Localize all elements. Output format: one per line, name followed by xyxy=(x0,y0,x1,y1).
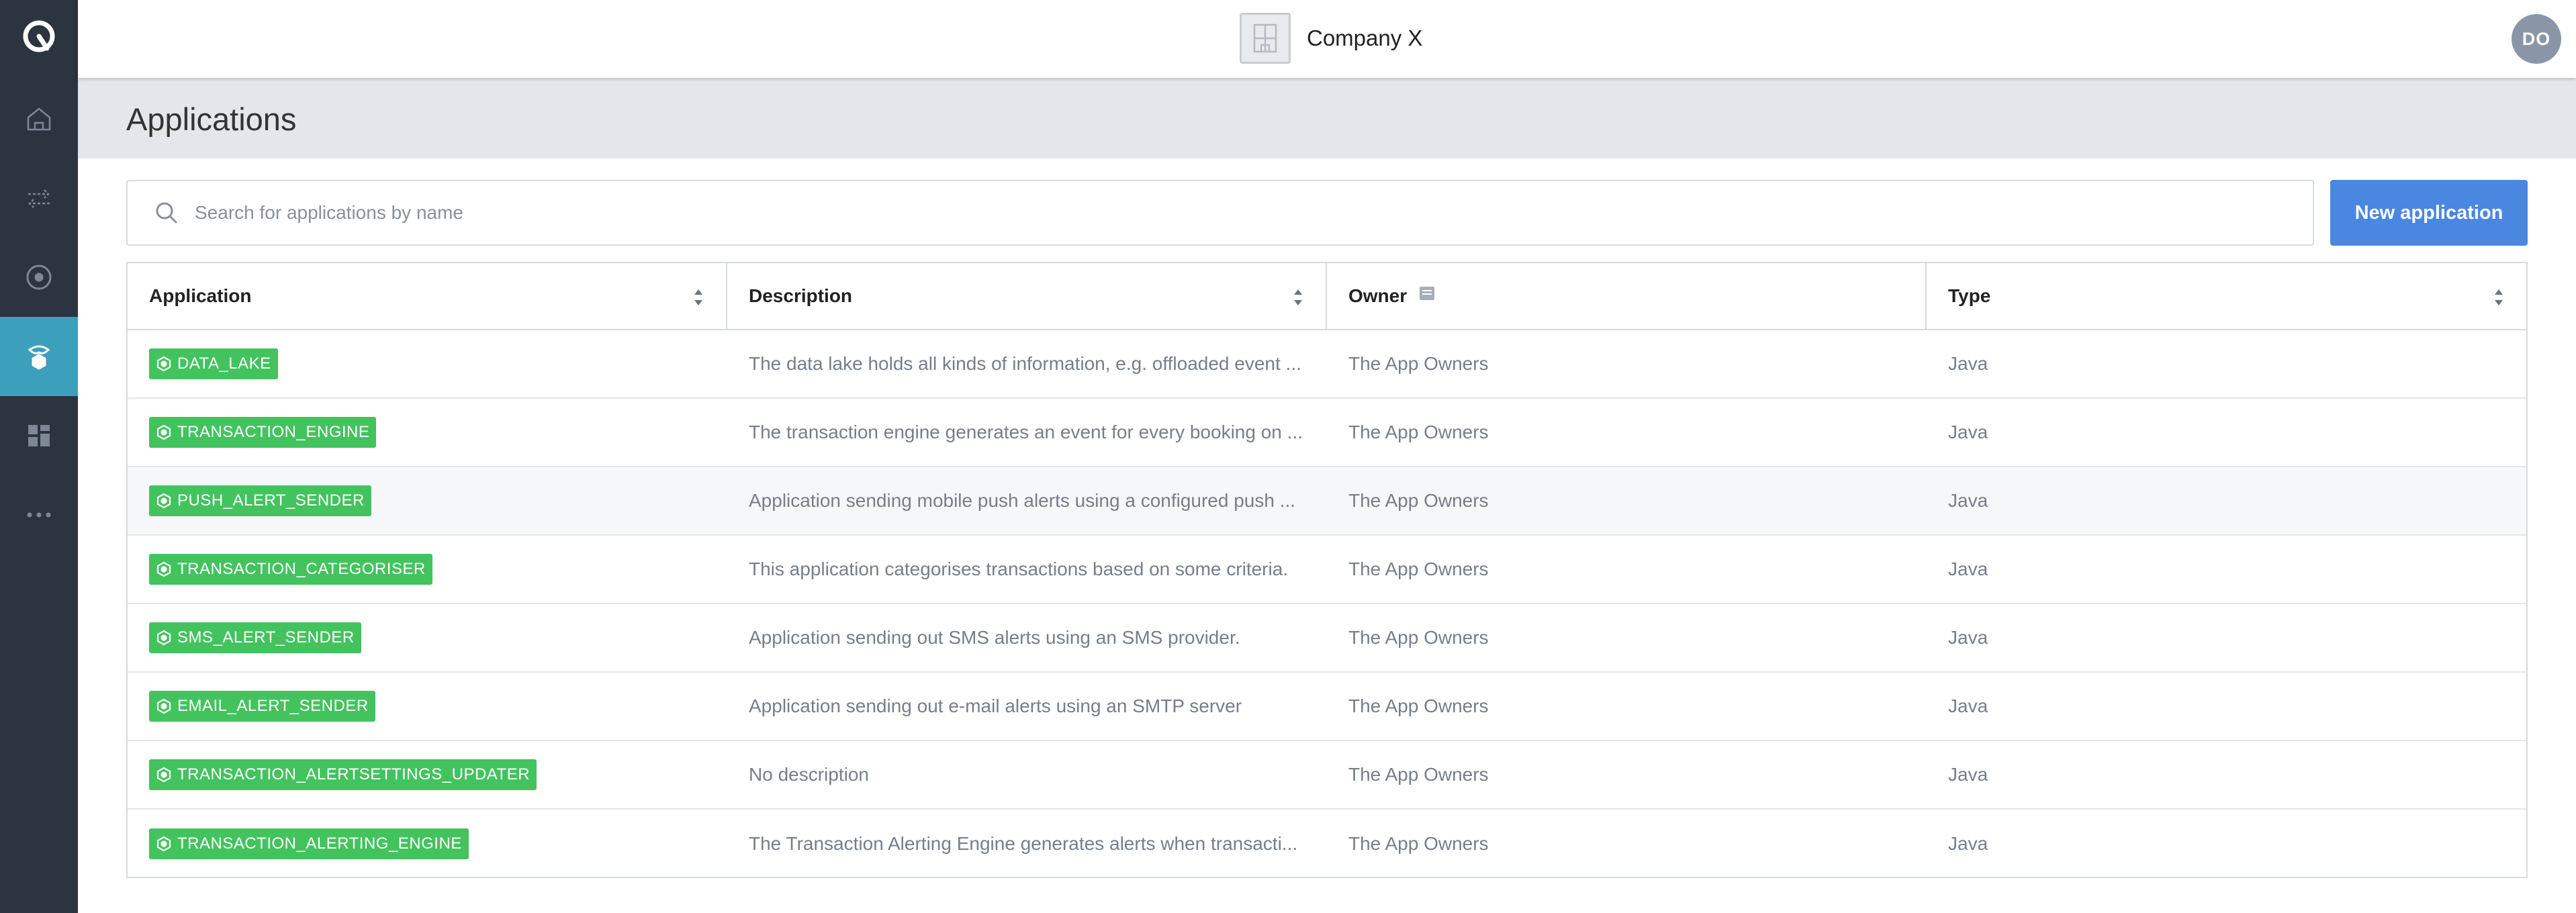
dashboard-grid-icon xyxy=(28,425,50,446)
column-header-description[interactable]: Description xyxy=(727,263,1327,329)
search-box[interactable] xyxy=(126,180,2314,246)
table-row[interactable]: EMAIL_ALERT_SENDER Application sending o… xyxy=(128,673,2526,741)
transfer-arrows-icon xyxy=(28,189,50,208)
table-row[interactable]: PUSH_ALERT_SENDER Application sending mo… xyxy=(128,467,2526,536)
column-label: Application xyxy=(149,285,252,306)
application-badge[interactable]: SMS_ALERT_SENDER xyxy=(149,622,361,653)
application-badge[interactable]: TRANSACTION_CATEGORISER xyxy=(149,554,432,585)
column-header-type[interactable]: Type xyxy=(1927,263,2526,329)
table-body: DATA_LAKE The data lake holds all kinds … xyxy=(128,330,2526,878)
column-header-owner[interactable]: Owner xyxy=(1327,263,1927,329)
sort-icon[interactable] xyxy=(1292,287,1304,307)
application-description: The Transaction Alerting Engine generate… xyxy=(749,833,1298,854)
application-name: SMS_ALERT_SENDER xyxy=(177,628,355,646)
application-icon xyxy=(156,698,171,714)
application-owner: The App Owners xyxy=(1348,764,1489,785)
home-icon xyxy=(27,107,51,131)
application-badge[interactable]: EMAIL_ALERT_SENDER xyxy=(149,691,375,722)
application-owner: The App Owners xyxy=(1348,559,1489,579)
application-description: The transaction engine generates an even… xyxy=(749,422,1303,442)
application-icon xyxy=(156,424,171,440)
sidebar-item-dashboard[interactable] xyxy=(0,396,78,475)
application-description: The data lake holds all kinds of informa… xyxy=(749,353,1301,374)
target-circle-icon xyxy=(26,265,52,290)
application-name: PUSH_ALERT_SENDER xyxy=(177,491,365,510)
more-dots-icon xyxy=(27,512,51,518)
application-name: EMAIL_ALERT_SENDER xyxy=(177,697,369,715)
application-owner: The App Owners xyxy=(1348,627,1489,648)
sidebar-item-target[interactable] xyxy=(0,238,78,317)
new-application-button[interactable]: New application xyxy=(2330,180,2528,246)
page-title: Applications xyxy=(126,101,297,137)
application-type: Java xyxy=(1948,764,1988,785)
application-type: Java xyxy=(1948,353,1988,374)
application-icon xyxy=(156,561,171,577)
application-name: TRANSACTION_ENGINE xyxy=(177,423,370,441)
sidebar xyxy=(0,0,78,913)
application-description: This application categorises transaction… xyxy=(749,559,1289,579)
sidebar-item-more[interactable] xyxy=(0,475,78,555)
application-type: Java xyxy=(1948,627,1988,648)
application-icon xyxy=(156,767,171,783)
application-owner: The App Owners xyxy=(1348,353,1489,374)
application-icon xyxy=(156,630,171,646)
application-icon xyxy=(156,356,171,372)
sidebar-item-transfers[interactable] xyxy=(0,158,78,238)
application-type: Java xyxy=(1948,490,1988,511)
application-type: Java xyxy=(1948,559,1988,579)
application-icon xyxy=(156,493,171,509)
application-badge[interactable]: TRANSACTION_ALERTING_ENGINE xyxy=(149,828,469,859)
note-icon xyxy=(1420,287,1435,300)
company-name: Company X xyxy=(1307,26,1423,50)
application-owner: The App Owners xyxy=(1348,695,1489,716)
avatar[interactable]: DO xyxy=(2512,14,2561,64)
application-owner: The App Owners xyxy=(1348,422,1489,442)
application-name: TRANSACTION_CATEGORISER xyxy=(177,560,426,578)
table-row[interactable]: TRANSACTION_ALERTING_ENGINE The Transact… xyxy=(128,810,2526,878)
column-label: Description xyxy=(749,285,853,306)
table-header: Application Description Owner Type xyxy=(128,263,2526,330)
top-bar: Company X DO xyxy=(78,0,2576,78)
application-badge[interactable]: TRANSACTION_ALERTSETTINGS_UPDATER xyxy=(149,759,537,790)
company-logo-icon xyxy=(1240,13,1291,64)
application-owner: The App Owners xyxy=(1348,490,1489,511)
application-type: Java xyxy=(1948,833,1988,854)
sidebar-item-home[interactable] xyxy=(0,79,78,158)
application-icon xyxy=(156,836,171,852)
application-description: Application sending out SMS alerts using… xyxy=(749,627,1240,648)
table-row[interactable]: SMS_ALERT_SENDER Application sending out… xyxy=(128,604,2526,673)
application-type: Java xyxy=(1948,422,1988,442)
applications-table: Application Description Owner Type DATA_… xyxy=(126,262,2528,878)
application-badge[interactable]: TRANSACTION_ENGINE xyxy=(149,417,377,448)
application-type: Java xyxy=(1948,695,1988,716)
sort-icon[interactable] xyxy=(692,287,704,307)
application-description: Application sending out e-mail alerts us… xyxy=(749,695,1242,716)
column-header-application[interactable]: Application xyxy=(128,263,727,329)
table-row[interactable]: TRANSACTION_ENGINE The transaction engin… xyxy=(128,399,2526,467)
page-header: Applications xyxy=(78,78,2576,158)
column-label: Owner xyxy=(1348,285,1408,306)
table-row[interactable]: TRANSACTION_CATEGORISER This application… xyxy=(128,536,2526,604)
column-label: Type xyxy=(1948,285,1991,306)
application-badge[interactable]: DATA_LAKE xyxy=(149,348,278,379)
company-switcher[interactable]: Company X xyxy=(1240,13,1422,64)
application-name: TRANSACTION_ALERTSETTINGS_UPDATER xyxy=(177,765,531,783)
application-badge[interactable]: PUSH_ALERT_SENDER xyxy=(149,485,371,516)
application-name: TRANSACTION_ALERTING_ENGINE xyxy=(177,834,462,853)
search-icon xyxy=(156,202,177,224)
app-logo-icon[interactable] xyxy=(19,17,59,58)
table-row[interactable]: TRANSACTION_ALERTSETTINGS_UPDATER No des… xyxy=(128,741,2526,810)
application-owner: The App Owners xyxy=(1348,833,1489,854)
sort-icon[interactable] xyxy=(2493,287,2505,307)
search-input[interactable] xyxy=(195,202,2313,224)
applications-icon xyxy=(28,345,50,370)
application-description: No description xyxy=(749,764,869,785)
application-description: Application sending mobile push alerts u… xyxy=(749,490,1296,511)
application-name: DATA_LAKE xyxy=(177,354,271,373)
table-row[interactable]: DATA_LAKE The data lake holds all kinds … xyxy=(128,330,2526,399)
sidebar-item-applications[interactable] xyxy=(0,317,78,396)
